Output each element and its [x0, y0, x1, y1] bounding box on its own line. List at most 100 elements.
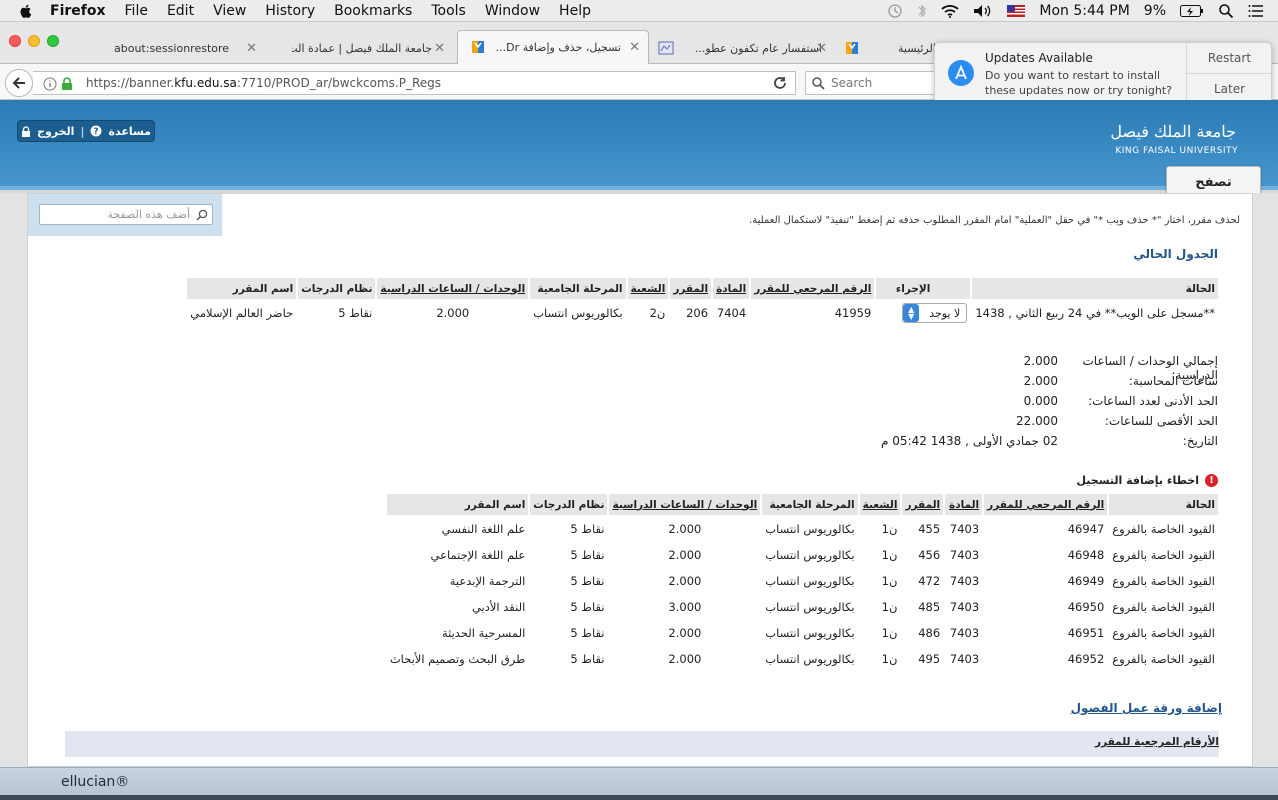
reload-icon[interactable] [773, 76, 787, 90]
close-tab-icon[interactable]: ✕ [629, 40, 640, 55]
cell-course: 472 [918, 574, 941, 588]
notification-center-icon[interactable] [1248, 4, 1264, 18]
close-tab-icon[interactable]: ✕ [816, 41, 827, 56]
info-icon[interactable] [43, 77, 57, 91]
summary-label: التاريخ: [1182, 434, 1218, 448]
col-course: المقرر [670, 278, 712, 300]
table-row: القيود الخاصة بالفروع 46948 7403 456 ن1 بكالو… [387, 542, 1218, 568]
menu-tools[interactable]: Tools [431, 3, 466, 19]
zoom-window-button[interactable] [47, 35, 59, 47]
table-row: **مسجل على الويب** في 24 ربيع الثاني , 1… [187, 300, 1218, 326]
cell-course: 486 [918, 626, 941, 640]
summary-label: الحد الأقصى للساعات: [1104, 414, 1218, 428]
menu-edit[interactable]: Edit [167, 3, 194, 19]
spotlight-icon[interactable] [1218, 3, 1234, 19]
logout-link[interactable]: الخروج [37, 125, 74, 138]
header-actions: الخروج | ? مساعدة [17, 120, 155, 142]
menu-view[interactable]: View [213, 3, 246, 19]
cell-level: بكالوريوس انتساب [533, 306, 623, 320]
select-arrows-icon: ▲ ▼ [903, 304, 920, 322]
minimize-window-button[interactable] [28, 35, 40, 47]
cell-units: 2.000 [668, 626, 702, 640]
tab-home[interactable]: الرئيسية [840, 32, 940, 64]
action-select[interactable]: لا يوجد ▲ ▼ [902, 303, 968, 323]
cell-section: ن1 [881, 522, 898, 536]
col-crn: الرقم المرجعي للمقرر [751, 278, 875, 300]
later-button[interactable]: Later [1187, 73, 1272, 103]
summary-row: الحد الأدنى لعدد الساعات: 0.000 [818, 394, 1218, 414]
cell-status: **مسجل على الويب** في 24 ربيع الثاني , 1… [975, 306, 1215, 320]
kfu-favicon-icon [846, 42, 858, 54]
cell-level: بكالوريوس انتساب [765, 522, 855, 536]
volume-icon[interactable] [973, 4, 993, 18]
clock[interactable]: Mon 5:44 PM [1039, 3, 1129, 19]
cell-title: النقد الأدبي [471, 600, 526, 614]
cell-units: 2.000 [436, 306, 470, 320]
tab-kfu-deanship[interactable]: جامعة الملك فيصل | عمادة الت... ✕ [270, 32, 453, 64]
cell-title: طرق البحث وتصميم الأبحاث [389, 652, 526, 666]
table-row: القيود الخاصة بالفروع 46951 7403 486 ن1 بكالو… [387, 620, 1218, 646]
input-flag-icon[interactable] [1007, 5, 1026, 17]
bluetooth-icon[interactable] [917, 3, 927, 19]
summary-value: 0.000 [1023, 394, 1058, 408]
svg-text:?: ? [94, 127, 99, 137]
hours-summary: إجمالي الوحدات / الساعات الدراسية: 2.000 … [818, 354, 1218, 454]
cell-section: ن1 [881, 626, 898, 640]
search-icon [812, 77, 825, 90]
close-window-button[interactable] [9, 35, 21, 47]
cell-title: المسرحية الحديثة [441, 626, 526, 640]
menu-history[interactable]: History [265, 3, 315, 19]
cell-level: بكالوريوس انتساب [765, 600, 855, 614]
cell-crn: 46951 [1067, 626, 1105, 640]
time-machine-icon[interactable] [887, 3, 903, 19]
browse-tab-label: تصفح [1195, 174, 1232, 190]
divider: | [80, 124, 85, 138]
cell-crn: 46949 [1067, 574, 1105, 588]
menu-help[interactable]: Help [559, 3, 591, 19]
battery-icon[interactable] [1180, 5, 1204, 17]
url-text[interactable]: https://banner.kfu.edu.sa:7710/PROD_ar/b… [86, 76, 441, 90]
tab-general-inquiry[interactable]: استفسار عام تكفون عطو... ✕ [655, 32, 835, 64]
url-bar[interactable]: https://banner.kfu.edu.sa:7710/PROD_ar/b… [33, 71, 796, 95]
cell-grading: نقاط 5 [570, 548, 605, 562]
cell-course: 485 [918, 600, 941, 614]
browser-search-input[interactable]: Search [805, 71, 945, 95]
tab-label: تسجيل، حذف وإضافة Dr... [496, 41, 621, 54]
dock-edge [0, 795, 1278, 800]
close-tab-icon[interactable]: ✕ [246, 41, 257, 56]
cell-subject: 7404 [716, 306, 747, 320]
cell-units: 2.000 [668, 548, 702, 562]
menu-window[interactable]: Window [485, 3, 540, 19]
cell-action: لا يوجد ▲ ▼ [876, 300, 970, 326]
back-button[interactable] [5, 69, 33, 97]
wifi-icon[interactable] [941, 4, 959, 18]
menu-firefox[interactable]: Firefox [50, 3, 106, 19]
battery-percent[interactable]: 9% [1144, 3, 1166, 19]
cell-level: بكالوريوس انتساب [765, 548, 855, 562]
cell-grading: نقاط 5 [570, 626, 605, 640]
cell-level: بكالوريوس انتساب [765, 626, 855, 640]
summary-value: 02 جمادي الأولى , 1438 05:42 م [881, 434, 1058, 448]
forum-favicon-icon [658, 41, 674, 55]
lock-icon[interactable] [61, 77, 73, 91]
col-grading: نظام الدرجات [298, 278, 376, 300]
tab-registration[interactable]: تسجيل، حذف وإضافة Dr... ✕ [457, 30, 649, 64]
cell-units: 2.000 [668, 574, 702, 588]
page-margin-left [0, 193, 27, 767]
cell-status: القيود الخاصة بالفروع [1112, 600, 1215, 614]
col-status: الحالة [1109, 494, 1218, 516]
col-course-title: اسم المقرر [187, 278, 297, 300]
macos-menubar: Firefox File Edit View History Bookmarks… [0, 0, 1278, 22]
tab-session-restore[interactable]: about:sessionrestore ✕ [100, 32, 265, 64]
close-tab-icon[interactable]: ✕ [434, 41, 445, 56]
help-link[interactable]: مساعدة [108, 125, 151, 138]
restart-button[interactable]: Restart [1187, 43, 1272, 73]
bookmark-page-input[interactable]: أضف هذه الصفحة [39, 204, 213, 225]
error-rows: القيود الخاصة بالفروع 46947 7403 455 ن1 بكالو… [387, 516, 1218, 672]
apple-icon[interactable] [18, 3, 34, 19]
menu-file[interactable]: File [125, 3, 148, 19]
help-icon: ? [90, 125, 102, 137]
menu-bookmarks[interactable]: Bookmarks [334, 3, 412, 19]
search-icon [196, 209, 208, 221]
cell-section: ن2 [649, 306, 666, 320]
